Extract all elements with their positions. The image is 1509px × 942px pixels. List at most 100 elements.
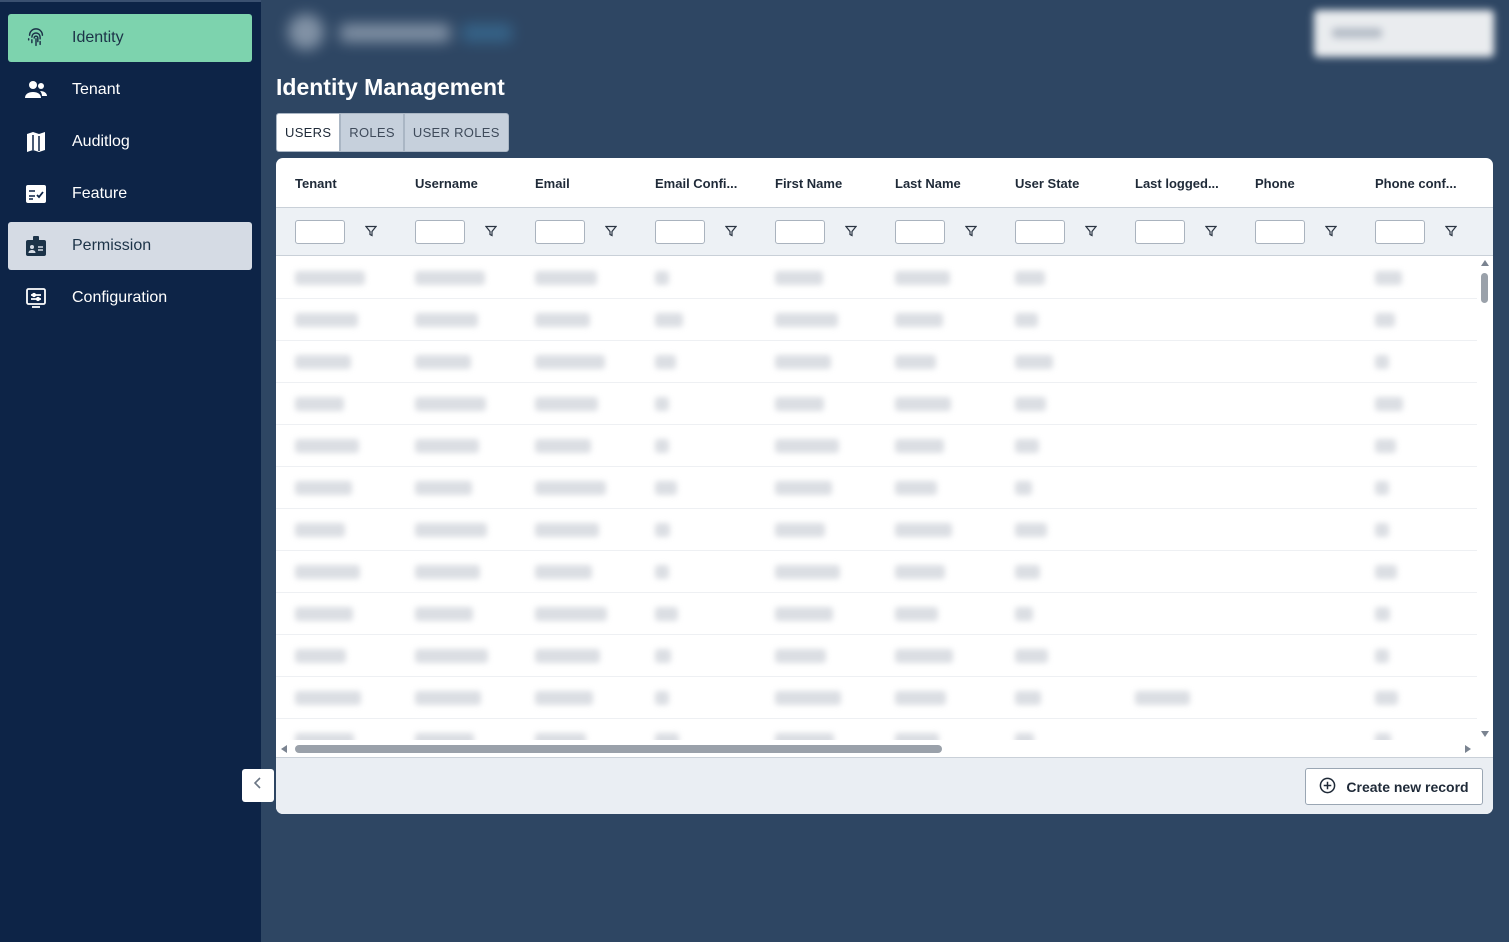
column-header-phone[interactable]: Phone	[1255, 176, 1295, 191]
table-row[interactable]	[276, 257, 1477, 299]
table-cell	[655, 607, 678, 621]
create-new-record-button[interactable]: Create new record	[1305, 768, 1483, 805]
table-cell	[775, 607, 833, 621]
vertical-scroll-thumb[interactable]	[1481, 273, 1488, 303]
table-cell	[895, 649, 953, 663]
table-row[interactable]	[276, 299, 1477, 341]
table-row[interactable]	[276, 467, 1477, 509]
table-cell	[1375, 733, 1391, 740]
sidebar-item-label: Auditlog	[72, 133, 130, 150]
table-cell	[1375, 481, 1389, 495]
table-cell	[1375, 649, 1389, 663]
scroll-right-icon[interactable]	[1465, 745, 1471, 753]
filter-input-tenant[interactable]	[295, 220, 345, 244]
table-row[interactable]	[276, 383, 1477, 425]
table-row[interactable]	[276, 593, 1477, 635]
funnel-icon[interactable]	[1324, 224, 1339, 238]
column-header-user-state[interactable]: User State	[1015, 176, 1079, 191]
grid-header: Tenant Username Email Email Confi... Fir…	[276, 158, 1493, 208]
funnel-icon[interactable]	[724, 224, 739, 238]
funnel-icon[interactable]	[484, 224, 499, 238]
filter-input-user-state[interactable]	[1015, 220, 1065, 244]
table-cell	[415, 313, 478, 327]
sidebar-item-label: Tenant	[72, 81, 121, 98]
filter-input-last-name[interactable]	[895, 220, 945, 244]
tab-roles[interactable]: ROLES	[340, 113, 404, 152]
table-cell	[895, 733, 939, 740]
filter-input-username[interactable]	[415, 220, 465, 244]
table-cell	[895, 355, 936, 369]
table-row[interactable]	[276, 551, 1477, 593]
table-cell	[655, 481, 677, 495]
table-cell	[1015, 691, 1041, 705]
table-cell	[895, 481, 937, 495]
column-header-email[interactable]: Email	[535, 176, 570, 191]
scroll-left-icon[interactable]	[281, 745, 287, 753]
column-header-first-name[interactable]: First Name	[775, 176, 842, 191]
table-cell	[895, 565, 945, 579]
funnel-icon[interactable]	[1204, 224, 1219, 238]
table-row[interactable]	[276, 719, 1477, 740]
table-row[interactable]	[276, 341, 1477, 383]
table-cell	[1015, 397, 1046, 411]
funnel-icon[interactable]	[364, 224, 379, 238]
table-row[interactable]	[276, 425, 1477, 467]
table-cell	[295, 649, 346, 663]
table-cell	[295, 733, 354, 740]
scroll-down-icon[interactable]	[1481, 731, 1489, 737]
table-row[interactable]	[276, 635, 1477, 677]
filter-input-phone[interactable]	[1255, 220, 1305, 244]
table-cell	[295, 523, 345, 537]
table-cell	[295, 439, 359, 453]
tab-user-roles[interactable]: USER ROLES	[403, 113, 509, 152]
table-cell	[775, 397, 824, 411]
sidebar-item-identity[interactable]: Identity	[8, 14, 252, 62]
scroll-up-icon[interactable]	[1481, 260, 1489, 266]
filter-input-phone-confirmed[interactable]	[1375, 220, 1425, 244]
column-header-phone-confirmed[interactable]: Phone conf...	[1375, 176, 1457, 191]
tab-users[interactable]: USERS	[276, 113, 341, 152]
map-icon	[22, 128, 50, 156]
table-cell	[535, 607, 607, 621]
table-cell	[535, 649, 600, 663]
horizontal-scrollbar[interactable]	[276, 740, 1477, 756]
table-cell	[775, 523, 825, 537]
funnel-icon[interactable]	[1084, 224, 1099, 238]
filter-input-first-name[interactable]	[775, 220, 825, 244]
table-row[interactable]	[276, 677, 1477, 719]
filter-input-email-confirmed[interactable]	[655, 220, 705, 244]
filter-input-email[interactable]	[535, 220, 585, 244]
table-cell	[1375, 691, 1398, 705]
sidebar-item-permission[interactable]: Permission	[8, 222, 252, 270]
sidebar-item-configuration[interactable]: Configuration	[8, 274, 252, 322]
table-cell	[895, 691, 946, 705]
sidebar-item-tenant[interactable]: Tenant	[8, 66, 252, 114]
sidebar: Identity Tenant Auditlog Feature Permiss…	[0, 0, 261, 942]
table-cell	[295, 691, 361, 705]
table-cell	[1015, 355, 1053, 369]
sidebar-item-auditlog[interactable]: Auditlog	[8, 118, 252, 166]
table-cell	[1375, 565, 1397, 579]
filter-input-last-logged[interactable]	[1135, 220, 1185, 244]
table-cell	[655, 271, 669, 285]
table-row[interactable]	[276, 509, 1477, 551]
column-header-username[interactable]: Username	[415, 176, 478, 191]
vertical-scrollbar[interactable]	[1477, 257, 1493, 740]
funnel-icon[interactable]	[1444, 224, 1459, 238]
tenant-selector[interactable]	[1314, 10, 1494, 57]
funnel-icon[interactable]	[964, 224, 979, 238]
funnel-icon[interactable]	[604, 224, 619, 238]
sidebar-item-label: Configuration	[72, 289, 168, 306]
table-cell	[1015, 313, 1038, 327]
table-cell	[295, 313, 358, 327]
column-header-tenant[interactable]: Tenant	[295, 176, 337, 191]
funnel-icon[interactable]	[844, 224, 859, 238]
grid-footer: Create new record	[276, 757, 1493, 814]
table-cell	[895, 607, 938, 621]
column-header-last-name[interactable]: Last Name	[895, 176, 961, 191]
collapse-sidebar-button[interactable]	[242, 769, 274, 802]
column-header-email-confirmed[interactable]: Email Confi...	[655, 176, 737, 191]
horizontal-scroll-thumb[interactable]	[295, 745, 942, 753]
column-header-last-logged[interactable]: Last logged...	[1135, 176, 1219, 191]
sidebar-item-feature[interactable]: Feature	[8, 170, 252, 218]
